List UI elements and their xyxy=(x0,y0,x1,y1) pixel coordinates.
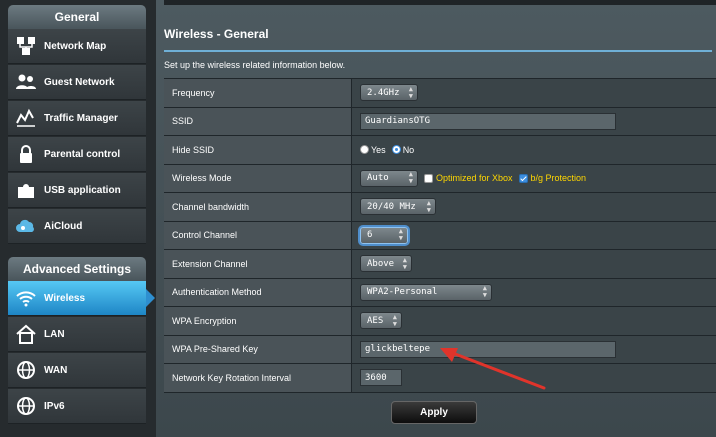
sidebar-item-parental-control[interactable]: Parental control xyxy=(8,137,146,172)
row-channel-bandwidth: Channel bandwidth 20/40 MHz ▲ ▼ xyxy=(164,193,716,222)
active-item-pointer xyxy=(146,289,155,307)
sidebar-item-guest-network[interactable]: Guest Network xyxy=(8,65,146,100)
house-icon xyxy=(8,323,44,345)
globe-icon xyxy=(8,395,44,417)
hide-ssid-yes-label: Yes xyxy=(371,144,386,155)
frequency-label: Frequency xyxy=(164,79,352,107)
updown-icon: ▲ ▼ xyxy=(392,312,397,328)
hide-ssid-no-radio[interactable] xyxy=(391,145,401,155)
updown-icon: ▲ ▼ xyxy=(482,284,487,300)
wireless-mode-select[interactable]: Auto ▲ ▼ xyxy=(360,169,418,187)
rotation-interval-input[interactable]: 3600 xyxy=(360,369,402,387)
frequency-select[interactable]: 2.4GHz ▲ ▼ xyxy=(360,84,418,102)
row-hide-ssid: Hide SSID Yes No xyxy=(164,136,716,165)
control-channel-select[interactable]: 6 ▲ ▼ xyxy=(360,226,408,244)
bg-protection-checkbox[interactable] xyxy=(518,173,528,183)
top-strip xyxy=(164,0,716,5)
advanced-settings-header: Advanced Settings xyxy=(8,257,146,281)
sidebar-item-label: AiCloud xyxy=(44,220,83,232)
apply-button[interactable]: Apply xyxy=(391,401,477,424)
wpa-encryption-select[interactable]: AES ▲ ▼ xyxy=(360,312,402,330)
updown-icon: ▲ ▼ xyxy=(408,170,413,186)
channel-bandwidth-select[interactable]: 20/40 MHz ▲ ▼ xyxy=(360,198,436,216)
puzzle-icon xyxy=(8,179,44,201)
sidebar-item-network-map[interactable]: Network Map xyxy=(8,29,146,64)
sidebar-item-label: LAN xyxy=(44,328,65,340)
sidebar-item-traffic-manager[interactable]: Traffic Manager xyxy=(8,101,146,136)
bg-protection-label: b/g Protection xyxy=(530,173,587,184)
sidebar-item-label: WAN xyxy=(44,364,68,376)
sidebar-item-label: Guest Network xyxy=(44,76,115,88)
row-extension-channel: Extension Channel Above ▲ ▼ xyxy=(164,250,716,279)
extension-channel-select[interactable]: Above ▲ ▼ xyxy=(360,255,412,273)
updown-icon: ▲ ▼ xyxy=(426,198,431,214)
channel-bandwidth-label: Channel bandwidth xyxy=(164,193,352,221)
sidebar-item-aicloud[interactable]: AiCloud xyxy=(8,209,146,244)
row-wireless-mode: Wireless Mode Auto ▲ ▼ Optimized for Xbox … xyxy=(164,164,716,193)
lock-icon xyxy=(8,143,44,165)
row-auth-method: Authentication Method WPA2-Personal ▲ ▼ xyxy=(164,278,716,307)
hide-ssid-label: Hide SSID xyxy=(164,136,352,164)
globe-icon xyxy=(8,359,44,381)
page-description: Set up the wireless related information … xyxy=(164,60,346,70)
sidebar-item-ipv6[interactable]: IPv6 xyxy=(8,389,146,424)
wifi-icon xyxy=(8,287,44,309)
sidebar: General Network Map Guest Network Traffi… xyxy=(0,0,156,437)
hide-ssid-no-label: No xyxy=(402,144,415,155)
row-control-channel: Control Channel 6 ▲ ▼ xyxy=(164,221,716,250)
control-channel-label: Control Channel xyxy=(164,221,352,249)
rotation-interval-label: Network Key Rotation Interval xyxy=(164,364,352,392)
sidebar-item-label: IPv6 xyxy=(44,400,65,412)
wpa-encryption-label: WPA Encryption xyxy=(164,307,352,335)
sidebar-item-label: Network Map xyxy=(44,40,107,52)
sidebar-item-wireless[interactable]: Wireless xyxy=(8,281,146,316)
network-map-icon xyxy=(8,35,44,57)
wireless-mode-label: Wireless Mode xyxy=(164,164,352,192)
title-divider xyxy=(164,50,712,52)
updown-icon: ▲ ▼ xyxy=(398,227,403,243)
sidebar-item-label: Parental control xyxy=(44,148,121,160)
annotation-arrow-icon xyxy=(440,348,546,390)
general-header: General xyxy=(8,5,146,29)
sidebar-item-lan[interactable]: LAN xyxy=(8,317,146,352)
row-ssid: SSID GuardiansOTG xyxy=(164,107,716,136)
ssid-input[interactable]: GuardiansOTG xyxy=(360,112,616,130)
auth-method-label: Authentication Method xyxy=(164,278,352,306)
extension-channel-label: Extension Channel xyxy=(164,250,352,278)
sidebar-item-usb-application[interactable]: USB application xyxy=(8,173,146,208)
optimized-xbox-checkbox[interactable] xyxy=(424,173,433,183)
hide-ssid-yes-radio[interactable] xyxy=(360,145,369,155)
row-wpa-encryption: WPA Encryption AES ▲ ▼ xyxy=(164,307,716,336)
ssid-label: SSID xyxy=(164,107,352,135)
updown-icon: ▲ ▼ xyxy=(408,84,413,100)
updown-icon: ▲ ▼ xyxy=(402,255,407,271)
sidebar-item-label: Wireless xyxy=(44,292,86,304)
guest-network-icon xyxy=(8,71,44,93)
sidebar-item-wan[interactable]: WAN xyxy=(8,353,146,388)
wpa-key-label: WPA Pre-Shared Key xyxy=(164,335,352,363)
sidebar-item-label: USB application xyxy=(44,184,121,196)
row-frequency: Frequency 2.4GHz ▲ ▼ xyxy=(164,79,716,108)
auth-method-select[interactable]: WPA2-Personal ▲ ▼ xyxy=(360,283,492,301)
sidebar-item-label: Traffic Manager xyxy=(44,112,118,124)
cloud-icon xyxy=(8,215,44,237)
optimized-xbox-label: Optimized for Xbox xyxy=(436,173,513,184)
traffic-manager-icon xyxy=(8,107,44,129)
page-title: Wireless - General xyxy=(164,27,269,41)
